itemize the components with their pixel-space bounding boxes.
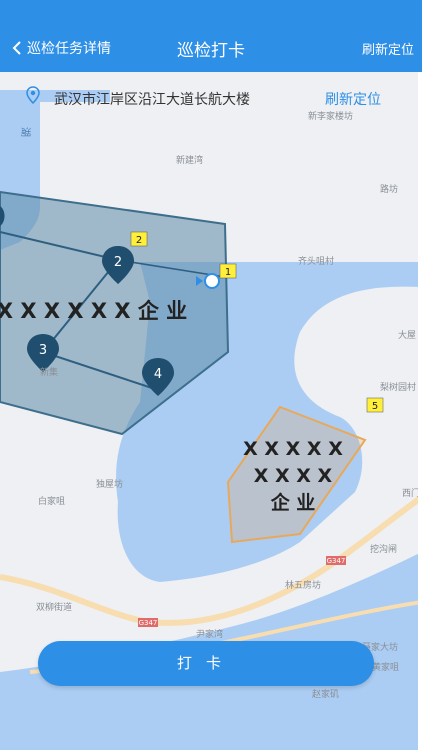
place-label: 齐头咀村 bbox=[298, 255, 334, 267]
road-badge: G347 bbox=[327, 557, 346, 565]
back-label: 巡检任务详情 bbox=[27, 41, 111, 57]
place-label: 尹家湾 bbox=[196, 628, 223, 640]
waypoint-label-2: 2 bbox=[114, 255, 122, 270]
current-address: 武汉市江岸区沿江大道长航大楼 bbox=[54, 92, 250, 108]
place-label: 白家咀 bbox=[38, 495, 65, 507]
place-label: 挖沟闸 bbox=[370, 543, 397, 555]
waypoint-flag-2: 2 bbox=[130, 231, 148, 247]
waypoint-label-4: 4 bbox=[154, 367, 162, 382]
enterprise-secondary-line3: 企 业 bbox=[270, 491, 316, 514]
svg-text:1: 1 bbox=[225, 267, 231, 278]
place-label: 湖 bbox=[19, 127, 31, 137]
svg-text:5: 5 bbox=[372, 401, 378, 412]
refresh-location-link[interactable]: 刷新定位 bbox=[325, 89, 381, 109]
checkin-button[interactable]: 打卡 bbox=[38, 641, 374, 686]
enterprise-main-label: X X X X X X 企 业 bbox=[0, 299, 187, 323]
waypoint-flag-5: 5 bbox=[366, 397, 384, 413]
refresh-location-button[interactable]: 刷新定位 bbox=[362, 39, 414, 58]
back-button[interactable]: 巡检任务详情 bbox=[12, 38, 111, 58]
waypoint-label-3: 3 bbox=[39, 343, 47, 358]
location-bar: 武汉市江岸区沿江大道长航大楼 刷新定位 bbox=[0, 80, 422, 114]
place-label: 林五房坊 bbox=[285, 579, 321, 591]
enterprise-secondary-line1: X X X X X bbox=[243, 438, 343, 460]
location-pin-icon bbox=[26, 86, 40, 104]
place-label: 梨树园村 bbox=[380, 381, 416, 393]
place-label: 赵家矶 bbox=[312, 688, 339, 700]
map-edge-strip bbox=[418, 72, 422, 750]
place-label: 新建湾 bbox=[176, 154, 203, 166]
road-badge: G347 bbox=[139, 619, 158, 627]
place-label: 大屋 bbox=[398, 329, 416, 341]
place-label: 黄家咀 bbox=[372, 661, 399, 673]
svg-text:2: 2 bbox=[136, 235, 142, 246]
place-label: 路坊 bbox=[380, 183, 398, 195]
waypoint-flag-1: 1 bbox=[219, 263, 237, 279]
inspection-checkin-screen: 巡检任务详情 巡检打卡 刷新定位 2 3 4 1 2 5 X X X X X X… bbox=[0, 0, 422, 750]
place-label: 新集 bbox=[40, 366, 58, 378]
chevron-left-icon bbox=[12, 41, 21, 55]
enterprise-secondary-line2: X X X X bbox=[254, 465, 333, 487]
nav-bar: 巡检任务详情 巡检打卡 刷新定位 bbox=[0, 0, 422, 72]
place-label: 独屋坊 bbox=[96, 478, 123, 490]
place-label: 双柳街道 bbox=[36, 601, 72, 613]
